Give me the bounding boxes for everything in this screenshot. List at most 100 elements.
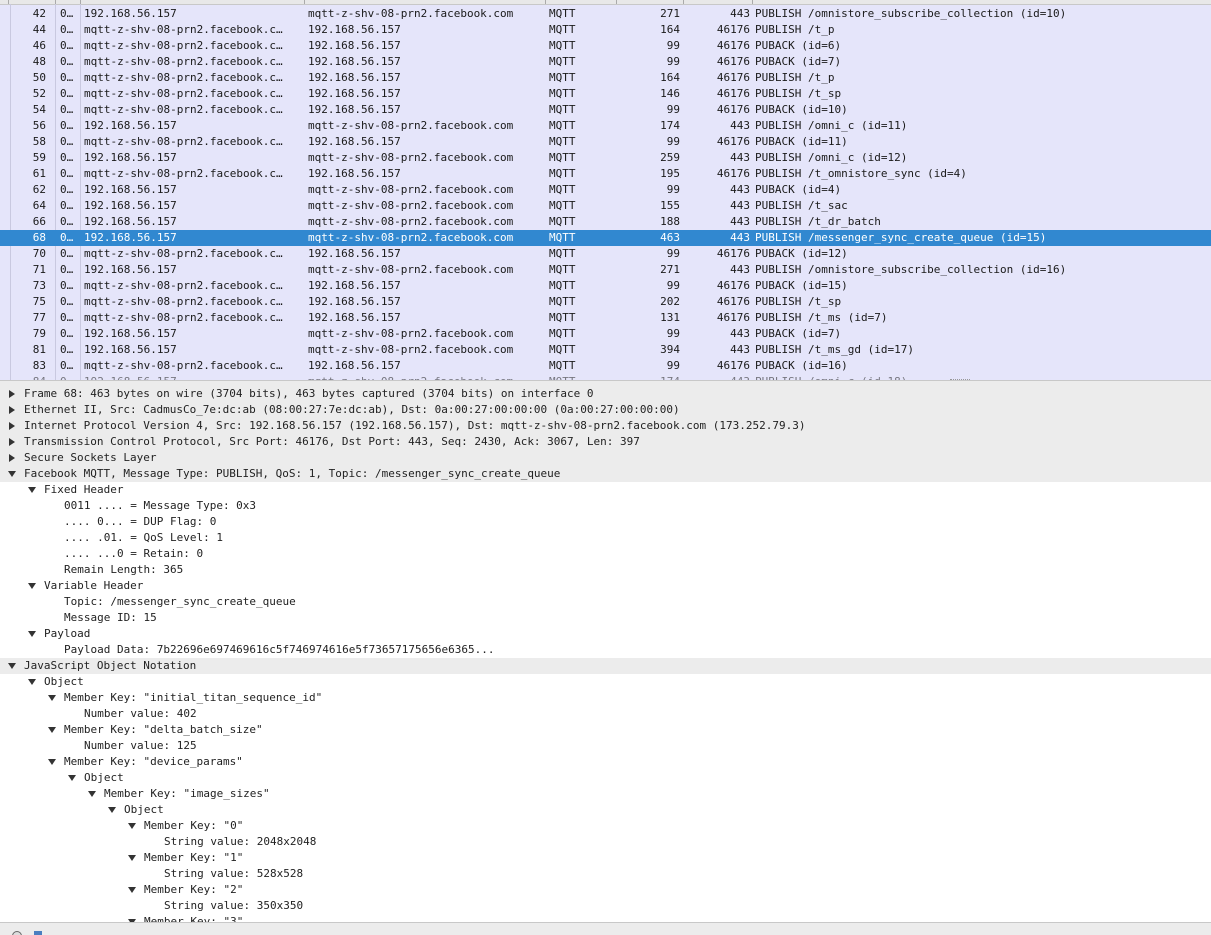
packet-row[interactable]: 44 0… mqtt-z-shv-08-prn2.facebook.c… 192.16…	[0, 22, 1211, 38]
packet-cell-port: 443	[730, 151, 750, 164]
packet-cell-info: PUBLISH /t_ms_gd (id=17)	[755, 343, 914, 356]
detail-row[interactable]: Fixed Header	[0, 482, 1211, 498]
detail-row[interactable]: Internet Protocol Version 4, Src: 192.16…	[0, 418, 1211, 434]
packet-row[interactable]: 56 0… 192.168.56.157 mqtt-z-shv-08-prn2.fac…	[0, 118, 1211, 134]
packet-cell-dst: mqtt-z-shv-08-prn2.facebook.com	[308, 263, 514, 276]
packet-details-tree[interactable]: Frame 68: 463 bytes on wire (3704 bits),…	[0, 386, 1211, 922]
packet-row[interactable]: 79 0… 192.168.56.157 mqtt-z-shv-08-prn2.fac…	[0, 326, 1211, 342]
collapse-arrow-icon[interactable]	[128, 823, 136, 829]
packet-row[interactable]: 59 0… 192.168.56.157 mqtt-z-shv-08-prn2.fac…	[0, 150, 1211, 166]
packet-row[interactable]: 64 0… 192.168.56.157 mqtt-z-shv-08-prn2.fac…	[0, 198, 1211, 214]
packet-row[interactable]: 70 0… mqtt-z-shv-08-prn2.facebook.c… 192.16…	[0, 246, 1211, 262]
detail-row[interactable]: Remain Length: 365	[0, 562, 1211, 578]
collapse-arrow-icon[interactable]	[28, 631, 36, 637]
packet-row[interactable]: 68 0… 192.168.56.157 mqtt-z-shv-08-prn2.fac…	[0, 230, 1211, 246]
detail-row[interactable]: Variable Header	[0, 578, 1211, 594]
packet-cell-dst: 192.168.56.157	[308, 87, 401, 100]
expand-arrow-icon[interactable]	[9, 406, 15, 414]
packet-list[interactable]: 42 0… 192.168.56.157 mqtt-z-shv-08-prn2.fac…	[0, 0, 1211, 380]
packet-cell-proto: MQTT	[549, 55, 576, 68]
packet-row[interactable]: 54 0… mqtt-z-shv-08-prn2.facebook.c… 192.16…	[0, 102, 1211, 118]
detail-row[interactable]: Topic: /messenger_sync_create_queue	[0, 594, 1211, 610]
packet-row[interactable]: 75 0… mqtt-z-shv-08-prn2.facebook.c… 192.16…	[0, 294, 1211, 310]
detail-row[interactable]: Object	[0, 802, 1211, 818]
expand-arrow-icon[interactable]	[9, 454, 15, 462]
packet-row[interactable]: 77 0… mqtt-z-shv-08-prn2.facebook.c… 192.16…	[0, 310, 1211, 326]
detail-row[interactable]: .... .01. = QoS Level: 1	[0, 530, 1211, 546]
detail-row[interactable]: .... 0... = DUP Flag: 0	[0, 514, 1211, 530]
detail-row[interactable]: Member Key: "3"	[0, 914, 1211, 922]
detail-text: Payload Data: 7b22696e697469616c5f746974…	[64, 643, 495, 656]
packet-list-header[interactable]	[0, 0, 1211, 5]
detail-row[interactable]: .... ...0 = Retain: 0	[0, 546, 1211, 562]
packet-cell-no: 44	[32, 23, 46, 36]
detail-row[interactable]: JavaScript Object Notation	[0, 658, 1211, 674]
detail-row[interactable]: Object	[0, 770, 1211, 786]
detail-row[interactable]: Object	[0, 674, 1211, 690]
detail-row[interactable]: Number value: 125	[0, 738, 1211, 754]
detail-row[interactable]: Member Key: "delta_batch_size"	[0, 722, 1211, 738]
packet-cell-time: 0…	[60, 23, 74, 36]
detail-row[interactable]: String value: 528x528	[0, 866, 1211, 882]
packet-cell-src: 192.168.56.157	[84, 327, 177, 340]
packet-cell-dst: 192.168.56.157	[308, 295, 401, 308]
detail-row[interactable]: String value: 2048x2048	[0, 834, 1211, 850]
packet-row[interactable]: 52 0… mqtt-z-shv-08-prn2.facebook.c… 192.16…	[0, 86, 1211, 102]
detail-row[interactable]: Member Key: "2"	[0, 882, 1211, 898]
detail-row[interactable]: Message ID: 15	[0, 610, 1211, 626]
collapse-arrow-icon[interactable]	[48, 727, 56, 733]
detail-row[interactable]: String value: 350x350	[0, 898, 1211, 914]
packet-row[interactable]: 62 0… 192.168.56.157 mqtt-z-shv-08-prn2.fac…	[0, 182, 1211, 198]
packet-cell-time: 0…	[60, 231, 74, 244]
capture-status-icon[interactable]	[12, 931, 22, 935]
packet-row[interactable]: 42 0… 192.168.56.157 mqtt-z-shv-08-prn2.fac…	[0, 6, 1211, 22]
collapse-arrow-icon[interactable]	[28, 583, 36, 589]
detail-row[interactable]: Ethernet II, Src: CadmusCo_7e:dc:ab (08:…	[0, 402, 1211, 418]
expand-arrow-icon[interactable]	[9, 390, 15, 398]
collapse-arrow-icon[interactable]	[88, 791, 96, 797]
detail-row[interactable]: Secure Sockets Layer	[0, 450, 1211, 466]
detail-row[interactable]: Member Key: "0"	[0, 818, 1211, 834]
detail-row[interactable]: 0011 .... = Message Type: 0x3	[0, 498, 1211, 514]
detail-row[interactable]: Member Key: "1"	[0, 850, 1211, 866]
expand-arrow-icon[interactable]	[9, 422, 15, 430]
packet-row[interactable]: 58 0… mqtt-z-shv-08-prn2.facebook.c… 192.16…	[0, 134, 1211, 150]
packet-row[interactable]: 81 0… 192.168.56.157 mqtt-z-shv-08-prn2.fac…	[0, 342, 1211, 358]
collapse-arrow-icon[interactable]	[8, 663, 16, 669]
packet-row[interactable]: 46 0… mqtt-z-shv-08-prn2.facebook.c… 192.16…	[0, 38, 1211, 54]
expert-info-icon[interactable]	[34, 931, 42, 935]
packet-row[interactable]: 73 0… mqtt-z-shv-08-prn2.facebook.c… 192.16…	[0, 278, 1211, 294]
packet-row[interactable]: 71 0… 192.168.56.157 mqtt-z-shv-08-prn2.fac…	[0, 262, 1211, 278]
collapse-arrow-icon[interactable]	[68, 775, 76, 781]
collapse-arrow-icon[interactable]	[28, 679, 36, 685]
detail-row[interactable]: Payload Data: 7b22696e697469616c5f746974…	[0, 642, 1211, 658]
collapse-arrow-icon[interactable]	[108, 807, 116, 813]
packet-row[interactable]: 61 0… mqtt-z-shv-08-prn2.facebook.c… 192.16…	[0, 166, 1211, 182]
packet-row[interactable]: 50 0… mqtt-z-shv-08-prn2.facebook.c… 192.16…	[0, 70, 1211, 86]
packet-row[interactable]: 66 0… 192.168.56.157 mqtt-z-shv-08-prn2.fac…	[0, 214, 1211, 230]
packet-cell-no: 75	[32, 295, 46, 308]
packet-cell-port: 46176	[716, 39, 750, 52]
collapse-arrow-icon[interactable]	[28, 487, 36, 493]
detail-row[interactable]: Number value: 402	[0, 706, 1211, 722]
collapse-arrow-icon[interactable]	[48, 759, 56, 765]
packet-cell-time: 0…	[60, 263, 74, 276]
detail-row[interactable]: Transmission Control Protocol, Src Port:…	[0, 434, 1211, 450]
packet-row[interactable]: 83 0… mqtt-z-shv-08-prn2.facebook.c… 192.16…	[0, 358, 1211, 374]
detail-text: String value: 528x528	[164, 867, 304, 880]
collapse-arrow-icon[interactable]	[48, 695, 56, 701]
packet-cell-info: PUBACK (id=6)	[755, 39, 842, 52]
detail-row[interactable]: Facebook MQTT, Message Type: PUBLISH, Qo…	[0, 466, 1211, 482]
collapse-arrow-icon[interactable]	[8, 471, 16, 477]
packet-cell-time: 0…	[60, 119, 74, 132]
collapse-arrow-icon[interactable]	[128, 887, 136, 893]
collapse-arrow-icon[interactable]	[128, 855, 136, 861]
detail-row[interactable]: Member Key: "initial_titan_sequence_id"	[0, 690, 1211, 706]
detail-row[interactable]: Payload	[0, 626, 1211, 642]
detail-row[interactable]: Frame 68: 463 bytes on wire (3704 bits),…	[0, 386, 1211, 402]
expand-arrow-icon[interactable]	[9, 438, 15, 446]
packet-row[interactable]: 48 0… mqtt-z-shv-08-prn2.facebook.c… 192.16…	[0, 54, 1211, 70]
detail-row[interactable]: Member Key: "device_params"	[0, 754, 1211, 770]
packet-cell-src: mqtt-z-shv-08-prn2.facebook.c…	[84, 359, 283, 372]
detail-row[interactable]: Member Key: "image_sizes"	[0, 786, 1211, 802]
